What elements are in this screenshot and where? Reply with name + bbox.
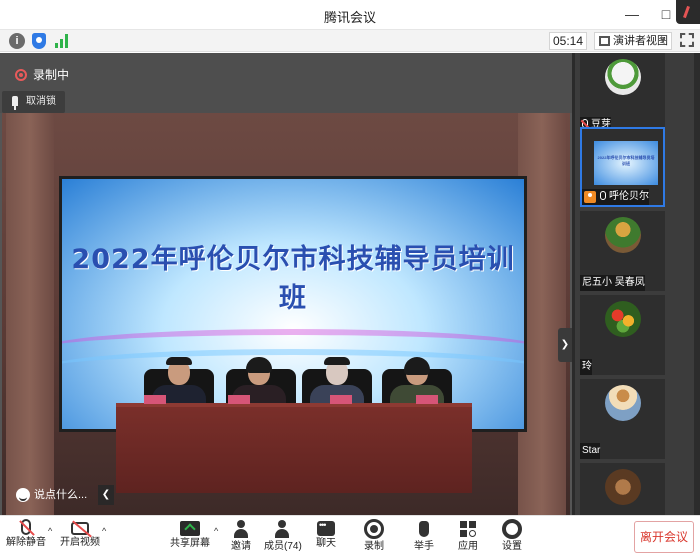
participant-sidebar: 豆芽 2022年呼伦贝尔市科技辅导员培训班 呼伦贝尔 尼五小 吴春凤 玲 Sta…: [572, 53, 700, 515]
recording-icon: [15, 69, 27, 81]
participant-tile[interactable]: Star: [580, 379, 665, 459]
network-signal-icon[interactable]: [55, 34, 69, 48]
add-person-icon: [231, 519, 251, 539]
video-options-chevron-icon[interactable]: ^: [102, 526, 106, 536]
window-title: 腾讯会议: [323, 10, 376, 25]
presenter-video: 2022年呼伦贝尔市科技辅导员培训班 说点什么... ❮: [2, 113, 570, 515]
unpin-button[interactable]: 取消锁定: [2, 91, 65, 129]
mic-icon: [600, 191, 606, 200]
meeting-timer: 05:14: [549, 32, 587, 50]
user-avatar[interactable]: [676, 0, 700, 24]
start-video-button[interactable]: 开启视频: [60, 519, 100, 557]
sidebar-toggle-button[interactable]: ❯: [558, 328, 572, 362]
participant-avatar: [605, 217, 641, 253]
info-bar: i 05:14 演讲者视图 ▼: [0, 30, 700, 52]
title-bar: 腾讯会议 — □: [0, 0, 700, 30]
security-shield-icon[interactable]: [32, 33, 46, 49]
conference-table: [116, 403, 472, 493]
nameplate: [228, 395, 250, 404]
share-options-chevron-icon[interactable]: ^: [214, 526, 218, 536]
record-button[interactable]: 录制: [362, 519, 386, 557]
nameplate: [416, 395, 438, 404]
hand-icon: [414, 519, 434, 539]
unmute-button[interactable]: 解除静音: [6, 519, 46, 557]
raise-hand-button[interactable]: 举手: [412, 519, 436, 557]
invite-button[interactable]: 邀请: [228, 519, 254, 557]
apps-icon: [458, 519, 478, 539]
participant-tile[interactable]: [580, 463, 665, 515]
share-screen-button[interactable]: 共享屏幕: [170, 519, 210, 557]
participant-tile[interactable]: 玲: [580, 295, 665, 375]
participant-avatar: [605, 59, 641, 95]
wall-panel: [518, 113, 566, 515]
participant-tile-presenter[interactable]: 2022年呼伦贝尔市科技辅导员培训班 呼伦贝尔: [580, 127, 665, 207]
chevron-down-icon: ▼: [659, 36, 667, 45]
chat-input[interactable]: 说点什么...: [34, 489, 87, 501]
participant-name: 尼五小 吴春凤: [580, 275, 645, 291]
participant-avatar: [605, 469, 641, 505]
nameplate: [144, 395, 166, 404]
leave-meeting-button[interactable]: 离开会议: [634, 521, 694, 553]
meeting-info-icon[interactable]: i: [9, 33, 25, 49]
chevron-left-icon[interactable]: ❮: [98, 485, 114, 505]
mic-muted-icon: [21, 519, 31, 535]
chat-icon: [317, 520, 335, 536]
quick-chat-bar[interactable]: 说点什么... ❮: [10, 485, 114, 505]
participant-avatar: [605, 385, 641, 421]
fullscreen-icon[interactable]: [680, 33, 694, 47]
recording-label: 录制中: [33, 68, 70, 82]
apps-button[interactable]: 应用: [456, 519, 480, 557]
participant-tile[interactable]: 豆芽: [580, 53, 665, 133]
wall-panel: [6, 113, 54, 515]
members-icon: [272, 519, 292, 539]
maximize-button[interactable]: □: [656, 4, 676, 24]
chat-button[interactable]: 聊天: [314, 519, 338, 557]
settings-button[interactable]: 设置: [500, 519, 524, 557]
camera-off-icon: [71, 522, 89, 535]
members-button[interactable]: 成员(74): [264, 519, 302, 557]
participant-tile[interactable]: 尼五小 吴春凤: [580, 211, 665, 291]
stage-header: 录制中 取消锁定: [0, 53, 572, 129]
gear-icon: [502, 519, 522, 539]
emoji-icon[interactable]: [16, 488, 30, 502]
event-banner: 2022年呼伦贝尔市科技辅导员培训班: [71, 244, 515, 314]
pin-icon: [12, 96, 18, 110]
presenter-icon: [584, 191, 596, 203]
view-mode-button[interactable]: 演讲者视图 ▼: [594, 32, 672, 50]
record-icon: [364, 519, 384, 539]
nameplate: [330, 395, 352, 404]
sidebar-scrollbar[interactable]: [694, 53, 700, 515]
speaker-view-icon: [599, 36, 610, 46]
main-stage: 录制中 取消锁定 2022年呼伦贝尔市科技辅导员培训班 说点什么...: [0, 53, 572, 515]
share-screen-icon: [180, 521, 200, 536]
presenter-thumbnail: 2022年呼伦贝尔市科技辅导员培训班: [594, 141, 658, 185]
participant-avatar: [605, 301, 641, 337]
audio-options-chevron-icon[interactable]: ^: [48, 526, 52, 536]
participant-name: Star: [580, 443, 601, 459]
participant-name: 玲: [580, 359, 592, 375]
minimize-button[interactable]: —: [622, 4, 642, 24]
recording-badge[interactable]: 录制中: [15, 67, 69, 83]
meeting-toolbar: 解除静音 ^ 开启视频 ^ 共享屏幕 ^ 邀请 成员(74) 聊天 录制 举手 …: [0, 515, 700, 558]
